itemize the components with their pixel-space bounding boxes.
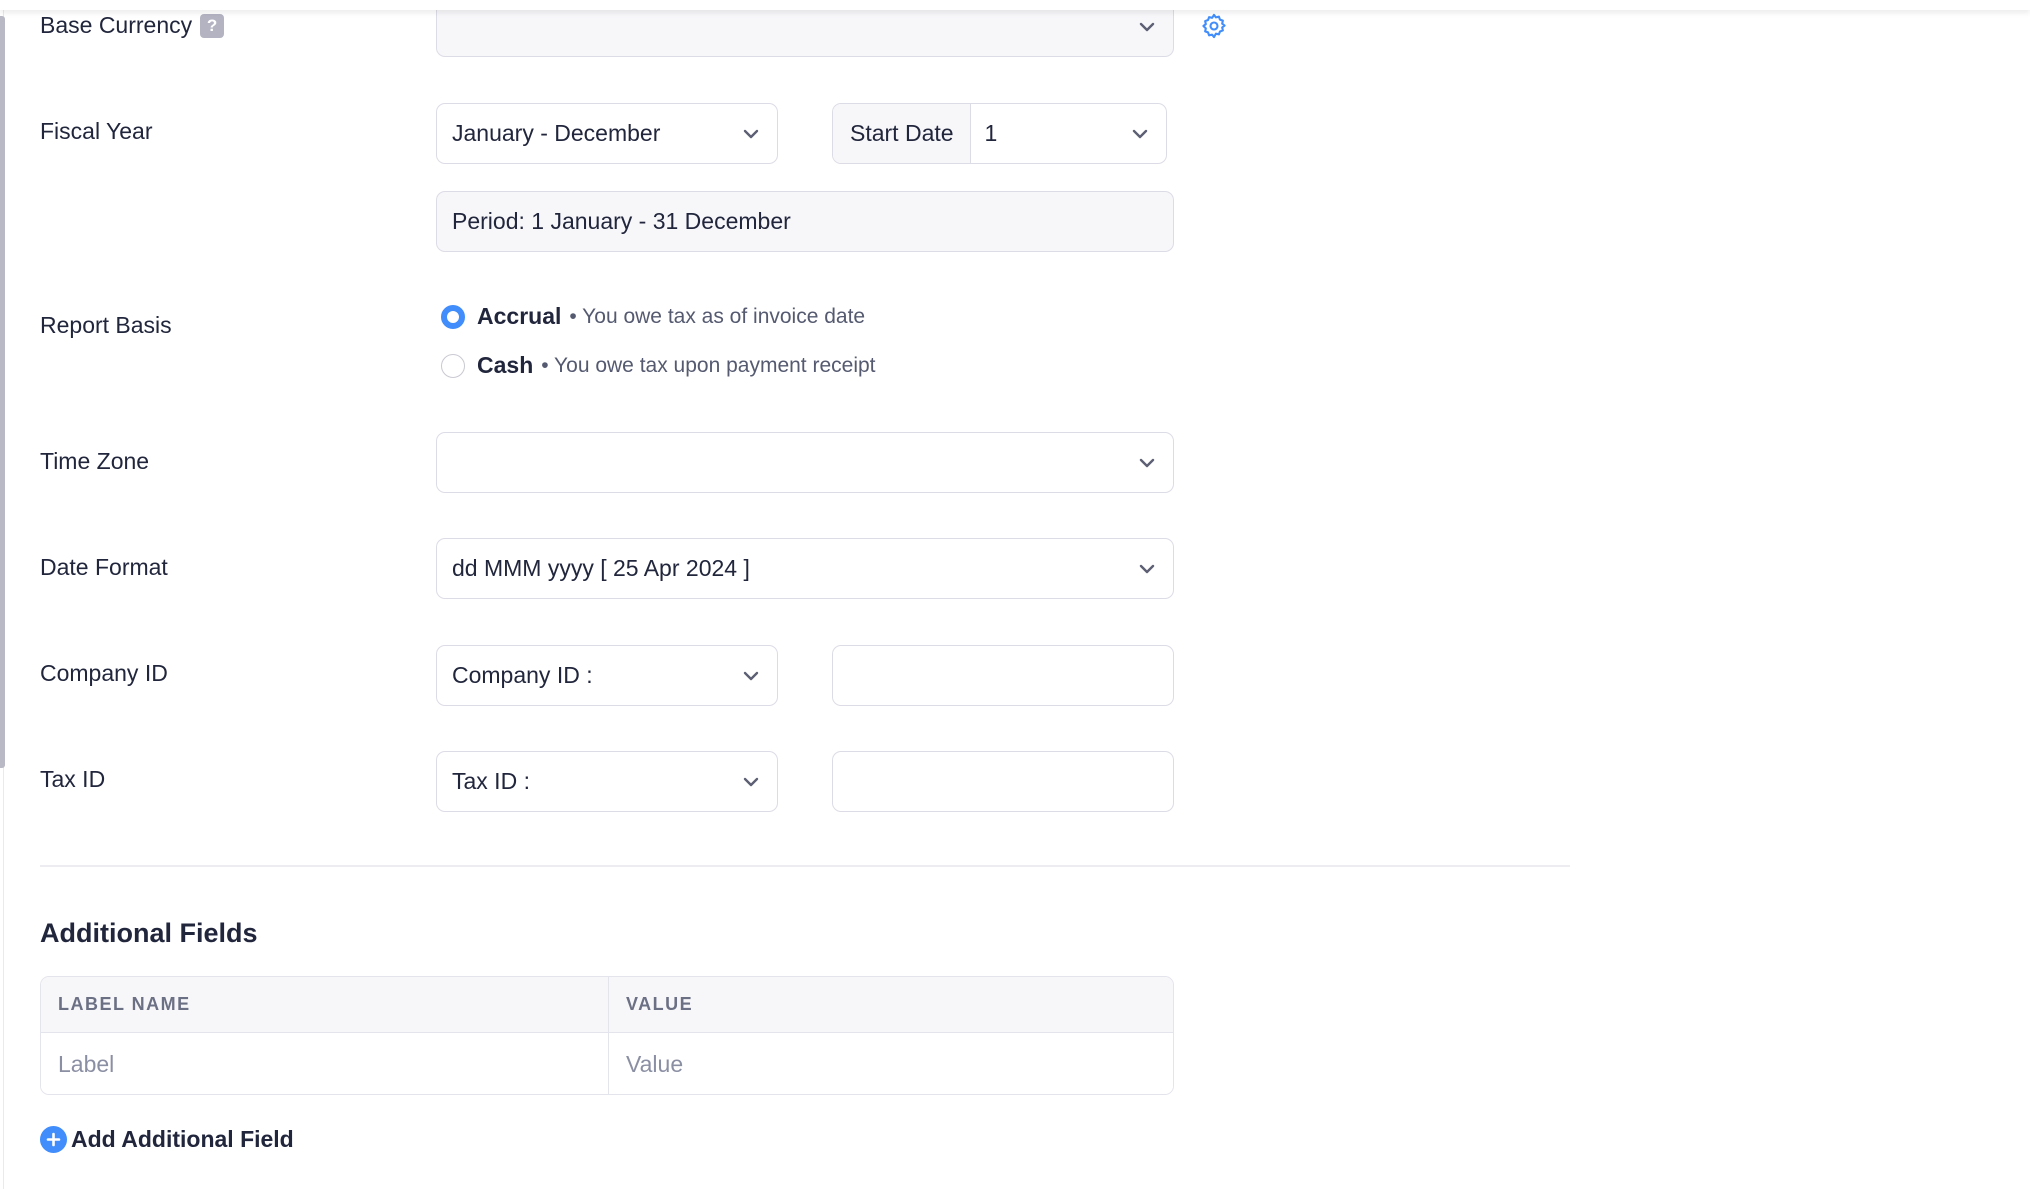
tax-id-input[interactable] (832, 751, 1174, 812)
date-format-label: Date Format (40, 554, 168, 581)
table-header: LABEL NAME VALUE (41, 977, 1173, 1033)
chevron-down-icon (1135, 451, 1159, 475)
plus-circle-icon (40, 1126, 67, 1153)
additional-fields-table: LABEL NAME VALUE (40, 976, 1174, 1095)
fiscal-period-text: Period: 1 January - 31 December (452, 208, 791, 234)
company-id-label-text: Company ID (40, 660, 168, 686)
radio-cash-desc: • You owe tax upon payment receipt (541, 353, 876, 377)
time-zone-select[interactable] (436, 432, 1174, 493)
value-cell (609, 1033, 1173, 1094)
chevron-down-icon (1135, 15, 1159, 39)
company-id-input[interactable] (832, 645, 1174, 706)
date-format-value: dd MMM yyyy [ 25 Apr 2024 ] (452, 555, 750, 581)
radio-button-unchecked[interactable] (441, 353, 465, 378)
time-zone-label-text: Time Zone (40, 448, 150, 474)
chevron-down-icon (739, 770, 763, 794)
tax-id-label-text: Tax ID (40, 766, 106, 792)
radio-accrual-desc: • You owe tax as of invoice date (569, 304, 866, 328)
chevron-down-icon (739, 122, 763, 146)
add-additional-field-label: Add Additional Field (71, 1126, 294, 1152)
question-mark-icon[interactable]: ? (200, 13, 225, 38)
start-date-group[interactable]: Start Date 1 (832, 103, 1167, 164)
radio-accrual[interactable]: Accrual • You owe tax as of invoice date (441, 303, 865, 330)
section-divider (40, 865, 1570, 867)
additional-fields-title: Additional Fields (40, 918, 258, 948)
column-header-value: VALUE (626, 994, 694, 1014)
date-format-label-text: Date Format (40, 554, 168, 580)
radio-button-checked[interactable] (441, 304, 465, 329)
tax-id-type-select[interactable]: Tax ID : (436, 751, 778, 812)
radio-accrual-title: Accrual (477, 303, 562, 329)
column-header-label-name: LABEL NAME (41, 977, 609, 1032)
start-date-value: 1 (984, 120, 998, 146)
radio-cash[interactable]: Cash • You owe tax upon payment receipt (441, 352, 876, 379)
value-input[interactable] (626, 1050, 1173, 1078)
organization-profile-page: Base Currency ? Fiscal Year January - De… (0, 0, 2030, 1189)
label-input[interactable] (58, 1050, 608, 1078)
company-id-type-select[interactable]: Company ID : (436, 645, 778, 706)
fiscal-year-value: January - December (452, 120, 661, 146)
time-zone-label: Time Zone (40, 448, 149, 475)
chevron-down-icon (1135, 557, 1159, 581)
add-additional-field-button[interactable]: Add Additional Field (40, 1126, 294, 1153)
table-row (41, 1033, 1173, 1094)
chevron-down-icon (1128, 122, 1152, 146)
gear-icon[interactable] (1200, 12, 1228, 40)
report-basis-label-text: Report Basis (40, 312, 172, 338)
fiscal-year-label-text: Fiscal Year (40, 118, 153, 144)
fiscal-year-label: Fiscal Year (40, 118, 153, 145)
base-currency-label-text: Base Currency (40, 12, 193, 38)
report-basis-label: Report Basis (40, 312, 172, 339)
chevron-down-icon (739, 664, 763, 688)
radio-cash-title: Cash (477, 352, 534, 378)
company-id-type-value: Company ID : (452, 662, 593, 688)
fiscal-period-display: Period: 1 January - 31 December (436, 191, 1174, 252)
date-format-select[interactable]: dd MMM yyyy [ 25 Apr 2024 ] (436, 538, 1174, 599)
tax-id-type-value: Tax ID : (452, 768, 530, 794)
tax-id-label: Tax ID (40, 766, 105, 793)
scrollbar-thumb[interactable] (0, 16, 5, 768)
start-date-addon-label: Start Date (833, 104, 971, 163)
base-currency-label: Base Currency ? (40, 12, 225, 39)
company-id-label: Company ID (40, 660, 168, 687)
fiscal-year-select[interactable]: January - December (436, 103, 778, 164)
label-cell (41, 1033, 609, 1094)
top-header-bar (0, 0, 2030, 10)
